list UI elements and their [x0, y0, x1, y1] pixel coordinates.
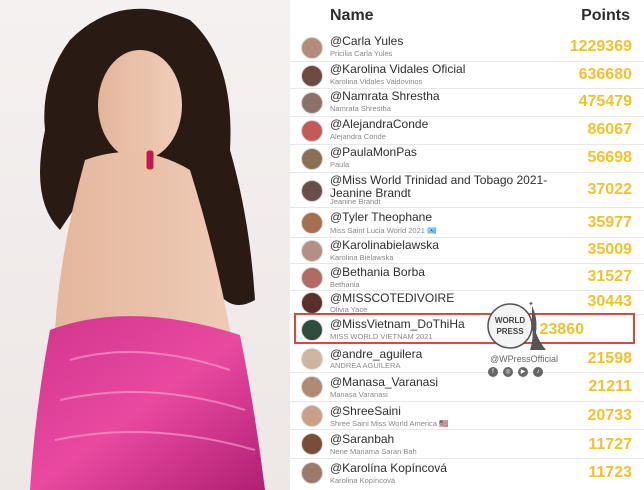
row-points: 11723 [588, 464, 632, 481]
logo-text-world: WORLD [495, 316, 525, 325]
row-username: @Carla Yules [330, 34, 404, 48]
facebook-icon: f [488, 367, 498, 377]
youtube-icon: ▶ [518, 367, 528, 377]
avatar [301, 37, 323, 59]
watermark-handle: @WPressOfficial [490, 354, 558, 364]
logo-text-press: PRESS [496, 327, 524, 336]
row-points: 21598 [587, 350, 633, 367]
name-column-header: Name [330, 7, 374, 24]
leaderboard-header: Name Points [290, 0, 644, 32]
row-fullname: Shree Saini Miss World America 🇺🇸 [330, 419, 449, 428]
avatar [301, 212, 323, 234]
row-points: 31527 [587, 268, 633, 285]
contestant-photo [0, 0, 290, 490]
row-points: 20733 [587, 407, 633, 424]
avatar [301, 267, 323, 289]
row-fullname: Jeanine Brandt [330, 197, 381, 206]
avatar [301, 462, 323, 484]
row-fullname: Miss Saint Lucia World 2021 🇱🇨 [330, 226, 437, 235]
row-username: @Karolina Vidales Oficial [330, 62, 466, 76]
row-points: 11727 [588, 436, 632, 453]
row-points: 30443 [587, 293, 633, 310]
leaderboard-row[interactable]: @Bethania Borba Bethania 31527 [290, 263, 644, 291]
row-fullname: Alejandra Conde [330, 132, 386, 141]
leaderboard-row[interactable]: @Manasa_Varanasi Manasa Varanasi 21211 [290, 372, 644, 402]
row-fullname: Karolina Bielawska [330, 253, 394, 262]
row-fullname: Paula [330, 160, 350, 169]
row-points: 21211 [588, 378, 632, 395]
row-username: @PaulaMonPas [330, 145, 417, 159]
row-username: @Saranbah [330, 432, 395, 446]
leaderboard-row[interactable]: @Saranbah Nene Mariama Saran Bah 11727 [290, 429, 644, 459]
row-fullname: Pricilia Carla Yules [330, 49, 393, 58]
row-fullname: Nene Mariama Saran Bah [330, 447, 417, 456]
points-column-header: Points [581, 7, 630, 24]
row-username: @Tyler Theophane [330, 210, 433, 224]
row-points: 636680 [578, 66, 632, 83]
leaderboard-row[interactable]: @Tyler Theophane Miss Saint Lucia World … [290, 207, 644, 238]
leaderboard: Name Points @Carla Yules Pricilia Carla … [290, 0, 644, 490]
contestant-illustration [30, 8, 265, 490]
avatar [301, 433, 323, 455]
leaderboard-row[interactable]: @ShreeSaini Shree Saini Miss World Ameri… [290, 401, 644, 430]
avatar [301, 348, 323, 370]
row-points: 37022 [587, 181, 633, 198]
leaderboard-row[interactable]: @AlejandraConde Alejandra Conde 86067 [290, 116, 644, 145]
avatar [301, 180, 323, 202]
leaderboard-row[interactable]: @Karolina Vidales Oficial Karolina Vidal… [290, 61, 644, 89]
tiktok-icon: ♪ [533, 367, 543, 377]
avatar [301, 292, 323, 314]
row-points: 1229369 [569, 38, 632, 55]
row-username: @ShreeSaini [330, 404, 401, 418]
avatar [301, 405, 323, 427]
row-fullname: Namrata Shrestha [330, 104, 391, 113]
instagram-icon: ◎ [503, 367, 513, 377]
row-username: @Namrata Shrestha [330, 89, 440, 103]
avatar [301, 240, 323, 262]
leaderboard-row[interactable]: @Karolína Kopíncová Karolina Kopíncová 1… [290, 458, 644, 489]
leaderboard-row[interactable]: @Namrata Shrestha Namrata Shrestha 47547… [290, 88, 644, 117]
row-points: 475479 [578, 93, 632, 110]
avatar [301, 92, 323, 114]
avatar [301, 120, 323, 142]
highlight-box [294, 313, 635, 344]
row-points: 56698 [587, 149, 633, 166]
row-username: @Karolína Kopíncová [330, 461, 447, 475]
avatar [301, 376, 323, 398]
row-fullname: ANDREA AGUILERA [330, 361, 401, 370]
row-fullname: Karolina Kopíncová [330, 476, 396, 485]
row-points: 35009 [587, 241, 633, 258]
avatar [301, 148, 323, 170]
row-username: @AlejandraConde [330, 117, 429, 131]
row-username: @Karolinabielawska [330, 238, 439, 252]
leaderboard-row[interactable]: @Carla Yules Pricilia Carla Yules 122936… [290, 32, 644, 62]
leaderboard-row[interactable]: @Karolinabielawska Karolina Bielawska 35… [290, 237, 644, 264]
row-fullname: Manasa Varanasi [330, 390, 388, 399]
leaderboard-row[interactable]: @Miss World Trinidad and Tobago 2021- Je… [290, 172, 644, 208]
row-points: 86067 [587, 121, 633, 138]
row-username: @Bethania Borba [330, 265, 425, 279]
leaderboard-row[interactable]: @MISSCOTEDIVOIRE Olivia Yace 30443 [290, 290, 644, 315]
svg-text:✦: ✦ [528, 300, 534, 308]
row-fullname: Karolina Vidales Valdovinos [330, 77, 423, 86]
avatar [301, 65, 323, 87]
leaderboard-row[interactable]: @PaulaMonPas Paula 56698 [290, 144, 644, 173]
row-points: 35977 [587, 214, 633, 231]
row-fullname: Bethania [330, 280, 360, 289]
leaderboard-row[interactable]: @andre_aguilera ANDREA AGUILERA 21598 [290, 344, 644, 373]
